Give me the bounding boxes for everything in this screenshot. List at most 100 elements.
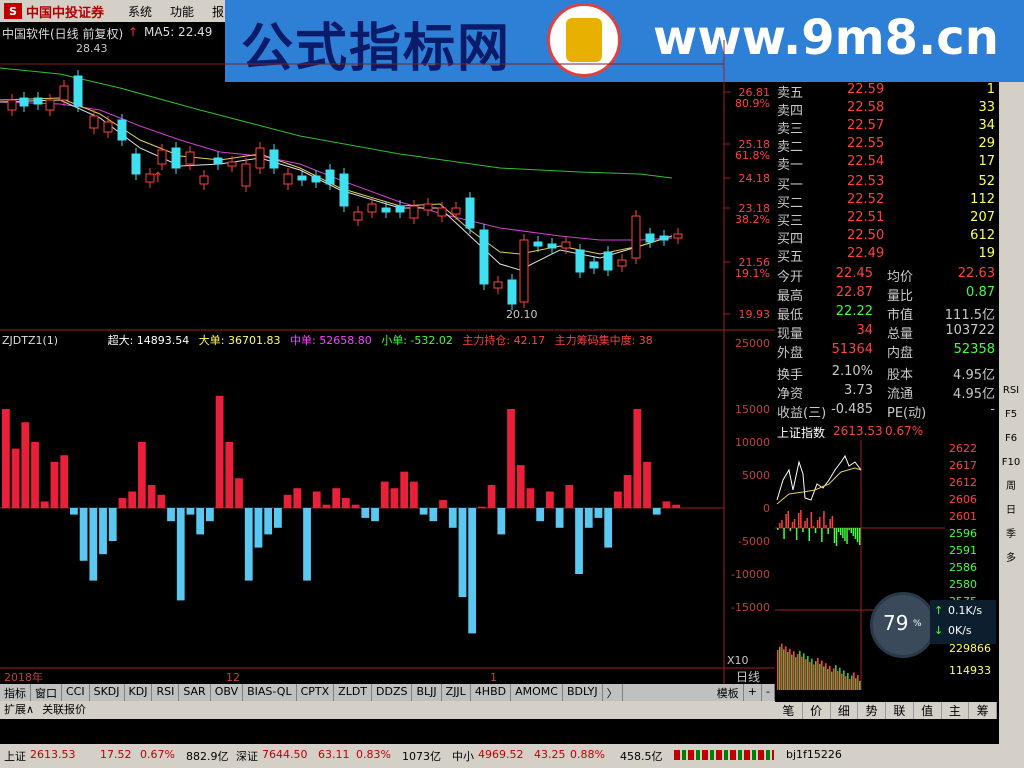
candle-body <box>325 169 335 185</box>
candle-body <box>7 99 17 111</box>
indicator-tab[interactable]: CCI <box>62 684 90 701</box>
quote-tab[interactable]: 主 <box>942 702 970 719</box>
indicator-tab[interactable]: 〉 <box>603 684 623 701</box>
quote-tab[interactable]: 值 <box>914 702 942 719</box>
indicator-axis: 25000 15000 10000 5000 0 -5000 -10000 -15000 <box>731 337 770 614</box>
orderbook-row[interactable]: 买四 22.50 612 <box>775 228 997 247</box>
extension-bar: 扩展∧ 关联报价 <box>0 701 775 719</box>
sidebar-button[interactable]: 周 <box>1001 478 1021 496</box>
orderbook-qty: 19 <box>978 246 995 261</box>
indicator-tab[interactable]: OBV <box>211 684 244 701</box>
indicator-tab[interactable]: CPTX <box>297 684 335 701</box>
indicator-tick: 15000 <box>735 403 770 416</box>
quote-tab[interactable]: 细 <box>831 702 859 719</box>
index-volume-bar <box>849 678 851 690</box>
index-flow-bar <box>821 528 823 542</box>
quote-tab[interactable]: 势 <box>858 702 886 719</box>
indicator-tab[interactable]: BLJJ <box>412 684 442 701</box>
related-quotes-button[interactable]: 关联报价 <box>42 701 86 719</box>
indicator-tab[interactable]: 4HBD <box>471 684 512 701</box>
indicator-tab[interactable]: BIAS-QL <box>243 684 297 701</box>
indicator-tab[interactable]: AMOMC <box>511 684 563 701</box>
index-flow-bar <box>833 528 836 543</box>
indicator-tab[interactable]: DDZS <box>372 684 413 701</box>
sidebar-button[interactable]: RSI <box>1001 382 1021 400</box>
indicator-bar <box>410 481 418 508</box>
indicator-bar <box>70 508 78 515</box>
index-flow-bar <box>846 528 848 544</box>
index-volume-bar <box>835 665 837 690</box>
expand-button[interactable]: 扩展∧ <box>4 701 34 719</box>
orderbook-row[interactable]: 买二 22.52 112 <box>775 192 997 211</box>
indicator-tab[interactable]: - <box>762 684 775 701</box>
index-flow-bar <box>779 523 781 528</box>
indicator-tab[interactable]: KDJ <box>125 684 153 701</box>
indicator-tab[interactable]: 模板 <box>713 684 744 701</box>
indicator-tab[interactable]: ZJJL <box>442 684 471 701</box>
period-label[interactable]: 日线 <box>736 670 760 684</box>
orderbook-row[interactable]: 卖二 22.55 29 <box>775 136 997 155</box>
indicator-title[interactable]: ZJDTZ1(1) <box>2 334 58 346</box>
indicator-tick: 5000 <box>742 469 770 482</box>
indicator-bar <box>478 506 486 508</box>
candle-body <box>437 207 447 217</box>
indicator-tab[interactable]: SAR <box>179 684 211 701</box>
sh-label[interactable]: 上证 <box>4 748 26 764</box>
indicator-bar <box>526 488 535 508</box>
zx-label[interactable]: 中小 <box>452 748 474 764</box>
sidebar-button[interactable]: F10 <box>1001 454 1021 472</box>
zx-change: 43.25 <box>534 748 566 761</box>
orderbook-row[interactable]: 卖五 22.59 1 <box>775 82 997 101</box>
indicator-tab[interactable]: 指标 <box>0 684 31 701</box>
menu-function[interactable]: 功能 <box>170 3 194 20</box>
quote-tab[interactable]: 筹 <box>969 702 997 719</box>
orderbook-qty: 1 <box>986 82 995 97</box>
ma-line-magenta <box>0 101 673 241</box>
indicator-bar <box>662 501 671 508</box>
orderbook-row[interactable]: 买五 22.49 19 <box>775 246 997 265</box>
quote-tab[interactable]: 笔 <box>775 702 803 719</box>
orderbook-row[interactable]: 卖四 22.58 33 <box>775 100 997 119</box>
candle-body <box>33 97 43 105</box>
indicator-tab[interactable]: + <box>744 684 763 701</box>
orderbook-row[interactable]: 买三 22.51 207 <box>775 210 997 229</box>
indicator-tab[interactable]: 窗口 <box>31 684 62 701</box>
indicator-bar <box>643 461 651 508</box>
candle-body <box>19 97 29 107</box>
indicator-bar <box>50 461 59 508</box>
indicator-tab[interactable]: RSI <box>152 684 180 701</box>
price-tick: 24.18 <box>739 172 771 185</box>
sidebar-button[interactable]: F5 <box>1001 406 1021 424</box>
index-volume-bar <box>855 678 857 690</box>
sidebar-button[interactable]: F6 <box>1001 430 1021 448</box>
volume-tick: 114933 <box>949 664 991 677</box>
indicator-bar <box>652 508 661 515</box>
index-mini-title[interactable]: 上证指数 <box>777 424 825 441</box>
x-label: 12 <box>226 671 240 684</box>
indicator-bar <box>225 442 234 508</box>
sidebar-button[interactable]: 季 <box>1001 526 1021 544</box>
indicator-bar <box>487 484 496 508</box>
menu-system[interactable]: 系统 <box>128 3 152 20</box>
sidebar-button[interactable]: 日 <box>1001 502 1021 520</box>
candle-body <box>269 149 279 169</box>
indicator-tab[interactable]: ZLDT <box>334 684 373 701</box>
orderbook-qty: 612 <box>970 228 995 243</box>
download-icon: ↓ <box>934 624 944 637</box>
chart-canvas[interactable]: 26.8180.9%25.1861.8%24.1823.1838.2%21.56… <box>0 40 775 684</box>
quote-tab[interactable]: 价 <box>803 702 831 719</box>
sz-label[interactable]: 深证 <box>236 748 258 764</box>
menu-report[interactable]: 报 <box>212 3 224 20</box>
quote-tab[interactable]: 联 <box>886 702 914 719</box>
indicator-tab[interactable]: BDLYJ <box>563 684 603 701</box>
series-small: 小单: -532.02 <box>381 334 453 346</box>
index-mini-chart[interactable]: 2622261726122606260125962591258625802575… <box>775 440 997 692</box>
orderbook-row[interactable]: 卖三 22.57 34 <box>775 118 997 137</box>
sidebar-button[interactable]: 多 <box>1001 550 1021 568</box>
indicator-tab[interactable]: SKDJ <box>90 684 125 701</box>
orderbook-row[interactable]: 卖一 22.54 17 <box>775 154 997 173</box>
indicator-bar <box>206 508 214 522</box>
orderbook-row[interactable]: 买一 22.53 52 <box>775 174 997 193</box>
index-flow-bar <box>812 526 815 528</box>
index-volume-bar <box>819 663 821 690</box>
